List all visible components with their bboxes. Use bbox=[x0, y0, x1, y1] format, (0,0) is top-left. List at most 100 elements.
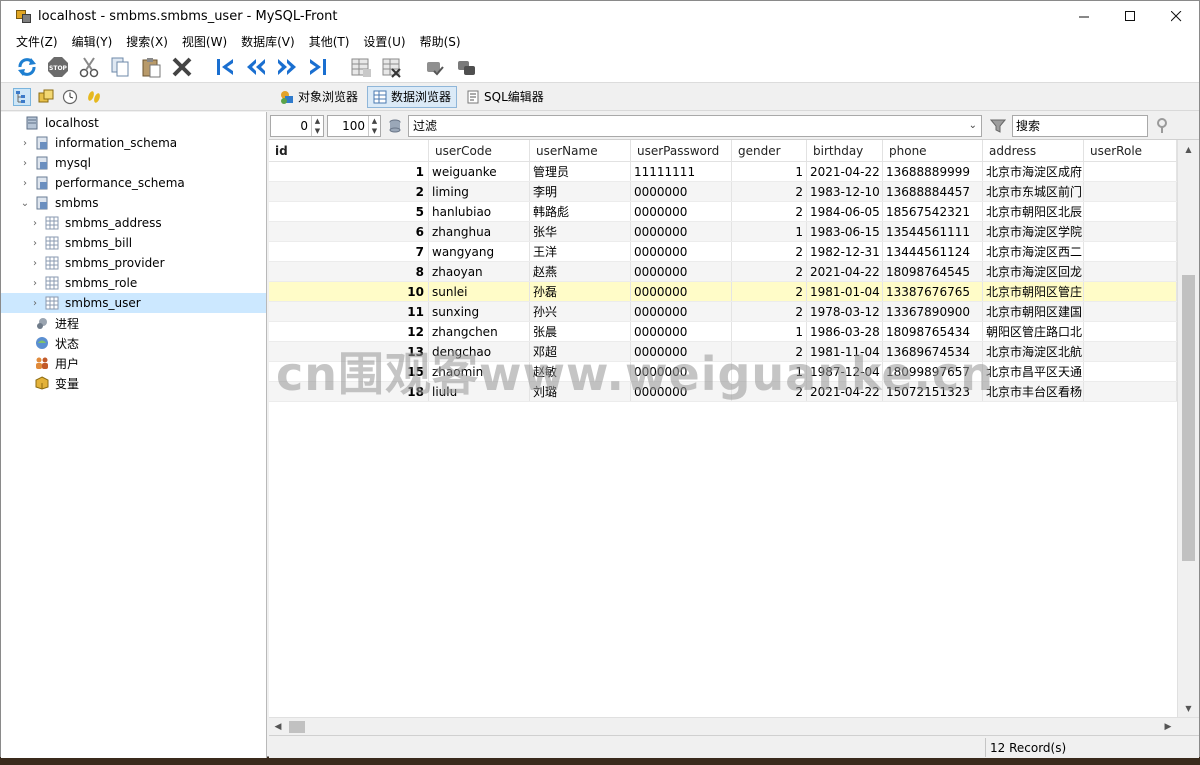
filter-input[interactable]: 过滤 ⌄ bbox=[408, 114, 982, 137]
close-button[interactable] bbox=[1153, 1, 1199, 31]
chevron-down-icon[interactable]: ⌄ bbox=[969, 120, 977, 131]
cell-birthday[interactable]: 1983-12-10 bbox=[807, 182, 883, 201]
cell-userPassword[interactable]: 0000000 bbox=[631, 282, 732, 301]
menu-item-3[interactable]: 视图(W) bbox=[175, 33, 234, 50]
cell-phone[interactable]: 13367890900 bbox=[883, 302, 983, 321]
tree-node-information_schema[interactable]: › information_schema bbox=[1, 133, 266, 153]
cell-userCode[interactable]: sunlei bbox=[429, 282, 530, 301]
cell-userName[interactable]: 赵燕 bbox=[530, 262, 631, 281]
cell-userRole[interactable] bbox=[1084, 202, 1177, 221]
column-header-phone[interactable]: phone bbox=[883, 140, 983, 161]
cell-userPassword[interactable]: 0000000 bbox=[631, 322, 732, 341]
menu-item-7[interactable]: 帮助(S) bbox=[413, 33, 468, 50]
cell-gender[interactable]: 2 bbox=[732, 282, 807, 301]
cell-userName[interactable]: 张华 bbox=[530, 222, 631, 241]
expand-arrow-icon[interactable]: › bbox=[19, 178, 31, 189]
cell-id[interactable]: 12 bbox=[269, 322, 429, 341]
cell-userCode[interactable]: wangyang bbox=[429, 242, 530, 261]
cell-id[interactable]: 7 bbox=[269, 242, 429, 261]
cell-id[interactable]: 11 bbox=[269, 302, 429, 321]
tree-view-icon[interactable] bbox=[13, 87, 31, 106]
cell-userName[interactable]: 王洋 bbox=[530, 242, 631, 261]
cell-userName[interactable]: 管理员 bbox=[530, 162, 631, 181]
scroll-up-icon[interactable]: ▲ bbox=[1178, 140, 1199, 158]
funnel-icon[interactable] bbox=[988, 116, 1008, 136]
cell-id[interactable]: 8 bbox=[269, 262, 429, 281]
cell-userPassword[interactable]: 0000000 bbox=[631, 382, 732, 401]
expand-arrow-icon[interactable]: › bbox=[29, 258, 41, 269]
cell-id[interactable]: 2 bbox=[269, 182, 429, 201]
tree-node-[interactable]: 变量 bbox=[1, 373, 266, 393]
offset-value[interactable]: 0 bbox=[271, 119, 311, 133]
expand-arrow-icon[interactable]: › bbox=[29, 298, 41, 309]
cell-address[interactable]: 北京市朝阳区北辰 bbox=[983, 202, 1084, 221]
cell-id[interactable]: 5 bbox=[269, 202, 429, 221]
cell-userName[interactable]: 邓超 bbox=[530, 342, 631, 361]
cell-birthday[interactable]: 1983-06-15 bbox=[807, 222, 883, 241]
cell-userRole[interactable] bbox=[1084, 342, 1177, 361]
table-row[interactable]: 5 hanlubiao 韩路彪 0000000 2 1984-06-05 185675423… bbox=[269, 202, 1177, 222]
cell-gender[interactable]: 2 bbox=[732, 342, 807, 361]
cell-phone[interactable]: 18098765434 bbox=[883, 322, 983, 341]
cell-gender[interactable]: 2 bbox=[732, 302, 807, 321]
table-row[interactable]: 8 zhaoyan 赵燕 0000000 2 2021-04-22 18098764545 北… bbox=[269, 262, 1177, 282]
cell-userRole[interactable] bbox=[1084, 362, 1177, 381]
cell-gender[interactable]: 2 bbox=[732, 262, 807, 281]
menu-item-4[interactable]: 数据库(V) bbox=[234, 33, 302, 50]
cell-id[interactable]: 1 bbox=[269, 162, 429, 181]
footprints-icon[interactable] bbox=[85, 88, 103, 106]
refresh-icon[interactable] bbox=[15, 55, 39, 79]
stop-icon[interactable]: STOP bbox=[46, 55, 70, 79]
cell-birthday[interactable]: 1981-01-04 bbox=[807, 282, 883, 301]
cell-userRole[interactable] bbox=[1084, 182, 1177, 201]
table-row[interactable]: 6 zhanghua 张华 0000000 1 1983-06-15 13544561111… bbox=[269, 222, 1177, 242]
cell-userPassword[interactable]: 11111111 bbox=[631, 162, 732, 181]
table-row[interactable]: 2 liming 李明 0000000 2 1983-12-10 13688884457 北京… bbox=[269, 182, 1177, 202]
cell-userCode[interactable]: zhaoyan bbox=[429, 262, 530, 281]
column-header-gender[interactable]: gender bbox=[732, 140, 807, 161]
menu-item-6[interactable]: 设置(U) bbox=[356, 33, 412, 50]
tree-node-performance_schema[interactable]: › performance_schema bbox=[1, 173, 266, 193]
scroll-down-icon[interactable]: ▼ bbox=[1178, 699, 1199, 717]
favorites-icon[interactable] bbox=[37, 88, 55, 106]
cell-address[interactable]: 北京市海淀区学院 bbox=[983, 222, 1084, 241]
cell-userRole[interactable] bbox=[1084, 302, 1177, 321]
table-row[interactable]: 13 dengchao 邓超 0000000 2 1981-11-04 1368967453… bbox=[269, 342, 1177, 362]
vertical-scrollbar[interactable]: ▲ ▼ bbox=[1177, 140, 1199, 717]
cell-userName[interactable]: 韩路彪 bbox=[530, 202, 631, 221]
column-header-userCode[interactable]: userCode bbox=[429, 140, 530, 161]
cell-userPassword[interactable]: 0000000 bbox=[631, 182, 732, 201]
cell-userPassword[interactable]: 0000000 bbox=[631, 362, 732, 381]
cell-phone[interactable]: 13544561111 bbox=[883, 222, 983, 241]
expand-arrow-icon[interactable]: ⌄ bbox=[19, 198, 31, 209]
cell-phone[interactable]: 13444561124 bbox=[883, 242, 983, 261]
scroll-left-icon[interactable]: ◀ bbox=[269, 722, 287, 732]
tab-sql-editor[interactable]: SQL编辑器 bbox=[461, 86, 549, 108]
cell-userCode[interactable]: dengchao bbox=[429, 342, 530, 361]
cell-id[interactable]: 18 bbox=[269, 382, 429, 401]
column-header-birthday[interactable]: birthday bbox=[807, 140, 883, 161]
column-header-userName[interactable]: userName bbox=[530, 140, 631, 161]
cell-userCode[interactable]: zhaomin bbox=[429, 362, 530, 381]
tree-node-smbms_provider[interactable]: › smbms_provider bbox=[1, 253, 266, 273]
cell-userPassword[interactable]: 0000000 bbox=[631, 302, 732, 321]
cell-userRole[interactable] bbox=[1084, 282, 1177, 301]
first-record-icon[interactable] bbox=[213, 55, 237, 79]
tree-node-smbms_user[interactable]: › smbms_user bbox=[1, 293, 266, 313]
column-header-userPassword[interactable]: userPassword bbox=[631, 140, 732, 161]
cell-birthday[interactable]: 2021-04-22 bbox=[807, 262, 883, 281]
cell-address[interactable]: 北京市海淀区西二 bbox=[983, 242, 1084, 261]
cell-userRole[interactable] bbox=[1084, 242, 1177, 261]
cell-address[interactable]: 北京市朝阳区建国 bbox=[983, 302, 1084, 321]
cell-phone[interactable]: 13689674534 bbox=[883, 342, 983, 361]
cell-userPassword[interactable]: 0000000 bbox=[631, 342, 732, 361]
tree-node-smbms_role[interactable]: › smbms_role bbox=[1, 273, 266, 293]
next-record-icon[interactable] bbox=[275, 55, 299, 79]
table-row[interactable]: 18 liulu 刘璐 0000000 2 2021-04-22 15072151323 北京… bbox=[269, 382, 1177, 402]
menu-item-5[interactable]: 其他(T) bbox=[302, 33, 357, 50]
cell-userPassword[interactable]: 0000000 bbox=[631, 242, 732, 261]
cell-userName[interactable]: 赵敏 bbox=[530, 362, 631, 381]
cell-userCode[interactable]: liming bbox=[429, 182, 530, 201]
table-row[interactable]: 10 sunlei 孙磊 0000000 2 1981-01-04 13387676765 北… bbox=[269, 282, 1177, 302]
delete-icon[interactable] bbox=[170, 55, 194, 79]
